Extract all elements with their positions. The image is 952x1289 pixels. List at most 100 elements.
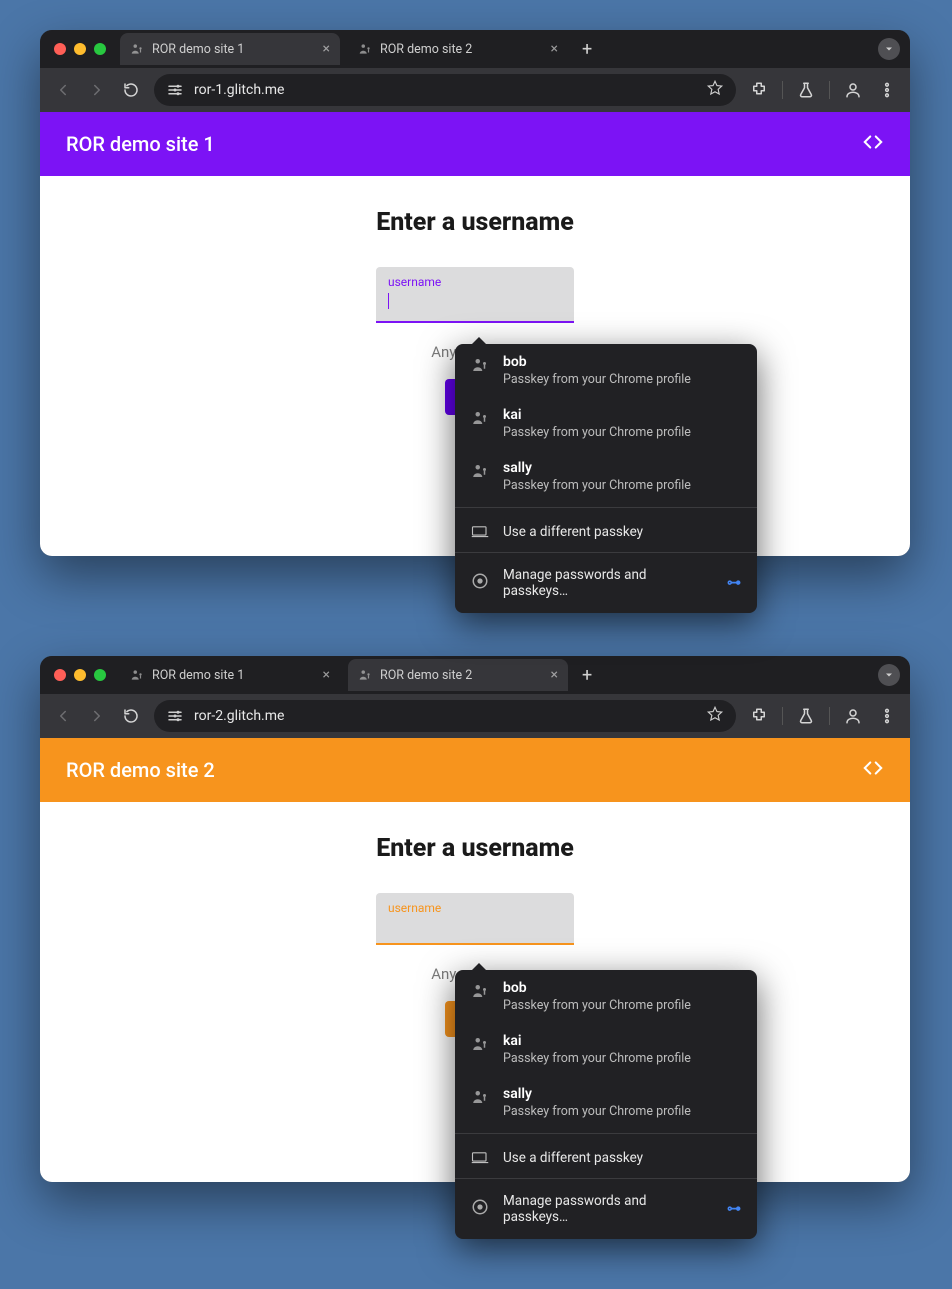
labs-icon[interactable] [795,705,817,727]
google-key-icon: ⊶ [727,1201,741,1217]
passkey-sub: Passkey from your Chrome profile [503,1104,691,1119]
tab-1[interactable]: ROR demo site 1 × [120,659,340,691]
new-tab-button[interactable]: + [576,665,598,686]
forward-button[interactable] [86,79,108,101]
page-content: ROR demo site 2 Enter a username usernam… [40,738,910,1182]
tab-1[interactable]: ROR demo site 1 × [120,33,340,65]
minimize-window-icon[interactable] [74,669,86,681]
passkey-name: bob [503,354,691,370]
passkey-icon [471,356,489,374]
close-tab-icon[interactable]: × [551,667,558,683]
close-tab-icon[interactable]: × [551,41,558,57]
profile-icon[interactable] [842,705,864,727]
passkey-sub: Passkey from your Chrome profile [503,998,691,1013]
passkey-name: sally [503,1086,691,1102]
chrome-icon [471,572,489,594]
google-key-icon: ⊶ [727,575,741,591]
passkey-name: sally [503,460,691,476]
field-label: username [388,275,562,289]
profile-icon[interactable] [842,79,864,101]
extensions-icon[interactable] [748,79,770,101]
passkey-item-bob[interactable]: bob Passkey from your Chrome profile [455,344,757,397]
passkey-icon [471,462,489,480]
text-cursor [388,293,389,309]
use-different-label: Use a different passkey [503,524,643,540]
browser-window-1: ROR demo site 1 × ROR demo site 2 × + ro… [40,30,910,556]
page-body: Enter a username username Any usernam bo… [40,176,910,556]
toolbar: ror-1.glitch.me [40,68,910,112]
minimize-window-icon[interactable] [74,43,86,55]
username-field[interactable]: username [376,893,574,945]
divider [782,707,783,725]
divider [829,707,830,725]
page-heading: Enter a username [376,208,574,237]
reload-button[interactable] [120,705,142,727]
tab-2[interactable]: ROR demo site 2 × [348,659,568,691]
passkey-item-sally[interactable]: sally Passkey from your Chrome profile [455,1076,757,1129]
tab-strip: ROR demo site 1 × ROR demo site 2 × + [40,30,910,68]
use-different-label: Use a different passkey [503,1150,643,1166]
use-different-passkey[interactable]: Use a different passkey [455,512,757,552]
manage-passwords[interactable]: Manage passwords and passkeys… ⊶ [455,552,757,613]
tab-title: ROR demo site 2 [380,42,472,57]
tab-overflow-button[interactable] [878,664,900,686]
passkey-item-kai[interactable]: kai Passkey from your Chrome profile [455,1023,757,1076]
passkey-item-kai[interactable]: kai Passkey from your Chrome profile [455,397,757,450]
use-different-passkey[interactable]: Use a different passkey [455,1138,757,1178]
page-content: ROR demo site 1 Enter a username usernam… [40,112,910,556]
maximize-window-icon[interactable] [94,43,106,55]
code-icon[interactable] [862,131,884,158]
passkey-icon [471,1088,489,1106]
passkey-icon [471,409,489,427]
browser-window-2: ROR demo site 1 × ROR demo site 2 × + ro… [40,656,910,1182]
forward-button[interactable] [86,705,108,727]
username-field[interactable]: username [376,267,574,323]
site-settings-icon[interactable] [166,707,184,725]
url-text: ror-1.glitch.me [194,82,696,98]
passkey-name: kai [503,407,691,423]
extensions-icon[interactable] [748,705,770,727]
back-button[interactable] [52,705,74,727]
field-label: username [388,901,562,915]
bookmark-icon[interactable] [706,705,724,727]
code-icon[interactable] [862,757,884,784]
window-controls [54,43,112,55]
divider [782,81,783,99]
popup-caret [471,963,487,971]
site-title: ROR demo site 1 [66,132,215,156]
passkey-icon [471,982,489,1000]
address-bar[interactable]: ror-2.glitch.me [154,700,736,732]
url-text: ror-2.glitch.me [194,708,696,724]
reload-button[interactable] [120,79,142,101]
close-window-icon[interactable] [54,669,66,681]
new-tab-button[interactable]: + [576,39,598,60]
back-button[interactable] [52,79,74,101]
passkey-sub: Passkey from your Chrome profile [503,372,691,387]
close-tab-icon[interactable]: × [323,667,330,683]
address-bar[interactable]: ror-1.glitch.me [154,74,736,106]
manage-label: Manage passwords and passkeys… [503,1193,713,1225]
site-header: ROR demo site 1 [40,112,910,176]
passkey-favicon-icon [130,668,144,682]
close-window-icon[interactable] [54,43,66,55]
bookmark-icon[interactable] [706,79,724,101]
tab-title: ROR demo site 1 [152,668,244,683]
page-heading: Enter a username [376,834,574,863]
labs-icon[interactable] [795,79,817,101]
tab-overflow-button[interactable] [878,38,900,60]
maximize-window-icon[interactable] [94,669,106,681]
page-body: Enter a username username Any usernam bo… [40,802,910,1182]
tab-2[interactable]: ROR demo site 2 × [348,33,568,65]
manage-label: Manage passwords and passkeys… [503,567,713,599]
passkey-sub: Passkey from your Chrome profile [503,425,691,440]
chrome-icon [471,1198,489,1220]
passkey-item-bob[interactable]: bob Passkey from your Chrome profile [455,970,757,1023]
menu-icon[interactable] [876,79,898,101]
passkey-item-sally[interactable]: sally Passkey from your Chrome profile [455,450,757,503]
menu-icon[interactable] [876,705,898,727]
close-tab-icon[interactable]: × [323,41,330,57]
site-settings-icon[interactable] [166,81,184,99]
tab-strip: ROR demo site 1 × ROR demo site 2 × + [40,656,910,694]
manage-passwords[interactable]: Manage passwords and passkeys… ⊶ [455,1178,757,1239]
tab-title: ROR demo site 1 [152,42,244,57]
